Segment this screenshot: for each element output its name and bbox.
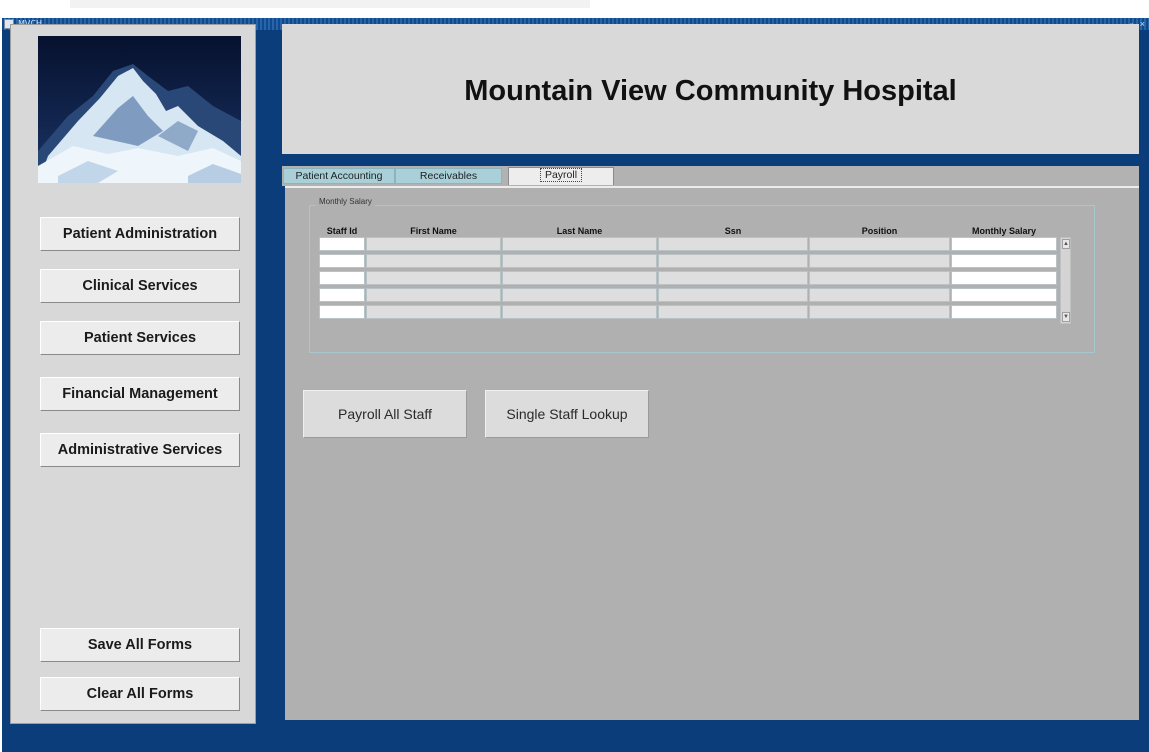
payroll-panel: Monthly Salary Staff Id First Name Last … <box>285 186 1139 720</box>
table-cell[interactable] <box>809 254 950 268</box>
table-cell[interactable] <box>319 305 365 319</box>
column-header-monthly-salary: Monthly Salary <box>971 226 1036 236</box>
arrow-down-icon[interactable]: ▼ <box>1062 312 1070 322</box>
column-header-last-name: Last Name <box>556 226 603 236</box>
column-header-ssn: Ssn <box>724 226 742 236</box>
sidebar-item-administrative-services[interactable]: Administrative Services <box>40 433 240 467</box>
sidebar-item-financial-management[interactable]: Financial Management <box>40 377 240 411</box>
sidebar: Patient Administration Clinical Services… <box>10 24 256 724</box>
tab-patient-accounting[interactable]: Patient Accounting <box>283 168 395 184</box>
table-cell[interactable] <box>366 237 501 251</box>
table-cell[interactable] <box>502 237 657 251</box>
table-cell[interactable] <box>319 271 365 285</box>
table-cell[interactable] <box>658 305 808 319</box>
table-cell[interactable] <box>809 271 950 285</box>
table-cell[interactable] <box>809 288 950 302</box>
table-scrollbar[interactable]: ▲ ▼ <box>1060 237 1071 324</box>
table-cell[interactable] <box>366 271 501 285</box>
tab-receivables[interactable]: Receivables <box>395 168 502 184</box>
table-cell[interactable] <box>658 288 808 302</box>
table-cell[interactable] <box>502 305 657 319</box>
table-cell[interactable] <box>502 288 657 302</box>
table-cell[interactable] <box>366 254 501 268</box>
table-cell[interactable] <box>951 237 1057 251</box>
page-title: Mountain View Community Hospital <box>464 75 957 107</box>
column-header-first-name: First Name <box>410 226 457 236</box>
table-cell[interactable] <box>366 305 501 319</box>
tab-payroll-label: Payroll <box>539 168 583 182</box>
table-cell[interactable] <box>951 254 1057 268</box>
table-cell[interactable] <box>366 288 501 302</box>
tab-payroll[interactable]: Payroll <box>508 167 614 185</box>
mountain-logo-image <box>38 36 241 183</box>
clear-all-forms-button[interactable]: Clear All Forms <box>40 677 240 711</box>
table-cell[interactable] <box>951 305 1057 319</box>
top-strip <box>0 0 1149 18</box>
table-cell[interactable] <box>951 271 1057 285</box>
sidebar-item-patient-services[interactable]: Patient Services <box>40 321 240 355</box>
table-cell[interactable] <box>658 271 808 285</box>
table-cell[interactable] <box>502 254 657 268</box>
table-cell[interactable] <box>809 305 950 319</box>
arrow-up-icon[interactable]: ▲ <box>1062 239 1070 249</box>
page-header: Mountain View Community Hospital <box>282 24 1139 154</box>
single-staff-lookup-button[interactable]: Single Staff Lookup <box>485 390 649 438</box>
table-cell[interactable] <box>502 271 657 285</box>
monthly-salary-group: Monthly Salary Staff Id First Name Last … <box>309 197 1095 353</box>
table-cell[interactable] <box>809 237 950 251</box>
column-header-staff-id: Staff Id <box>326 226 358 236</box>
payroll-all-staff-button[interactable]: Payroll All Staff <box>303 390 467 438</box>
group-label: Monthly Salary <box>316 197 375 206</box>
column-header-position: Position <box>861 226 898 236</box>
table-cell[interactable] <box>658 254 808 268</box>
tab-strip: Patient Accounting Receivables Payroll <box>282 166 1139 186</box>
sidebar-item-patient-administration[interactable]: Patient Administration <box>40 217 240 251</box>
table-cell[interactable] <box>951 288 1057 302</box>
table-cell[interactable] <box>658 237 808 251</box>
table-cell[interactable] <box>319 237 365 251</box>
sidebar-item-clinical-services[interactable]: Clinical Services <box>40 269 240 303</box>
table-cell[interactable] <box>319 254 365 268</box>
table-cell[interactable] <box>319 288 365 302</box>
save-all-forms-button[interactable]: Save All Forms <box>40 628 240 662</box>
